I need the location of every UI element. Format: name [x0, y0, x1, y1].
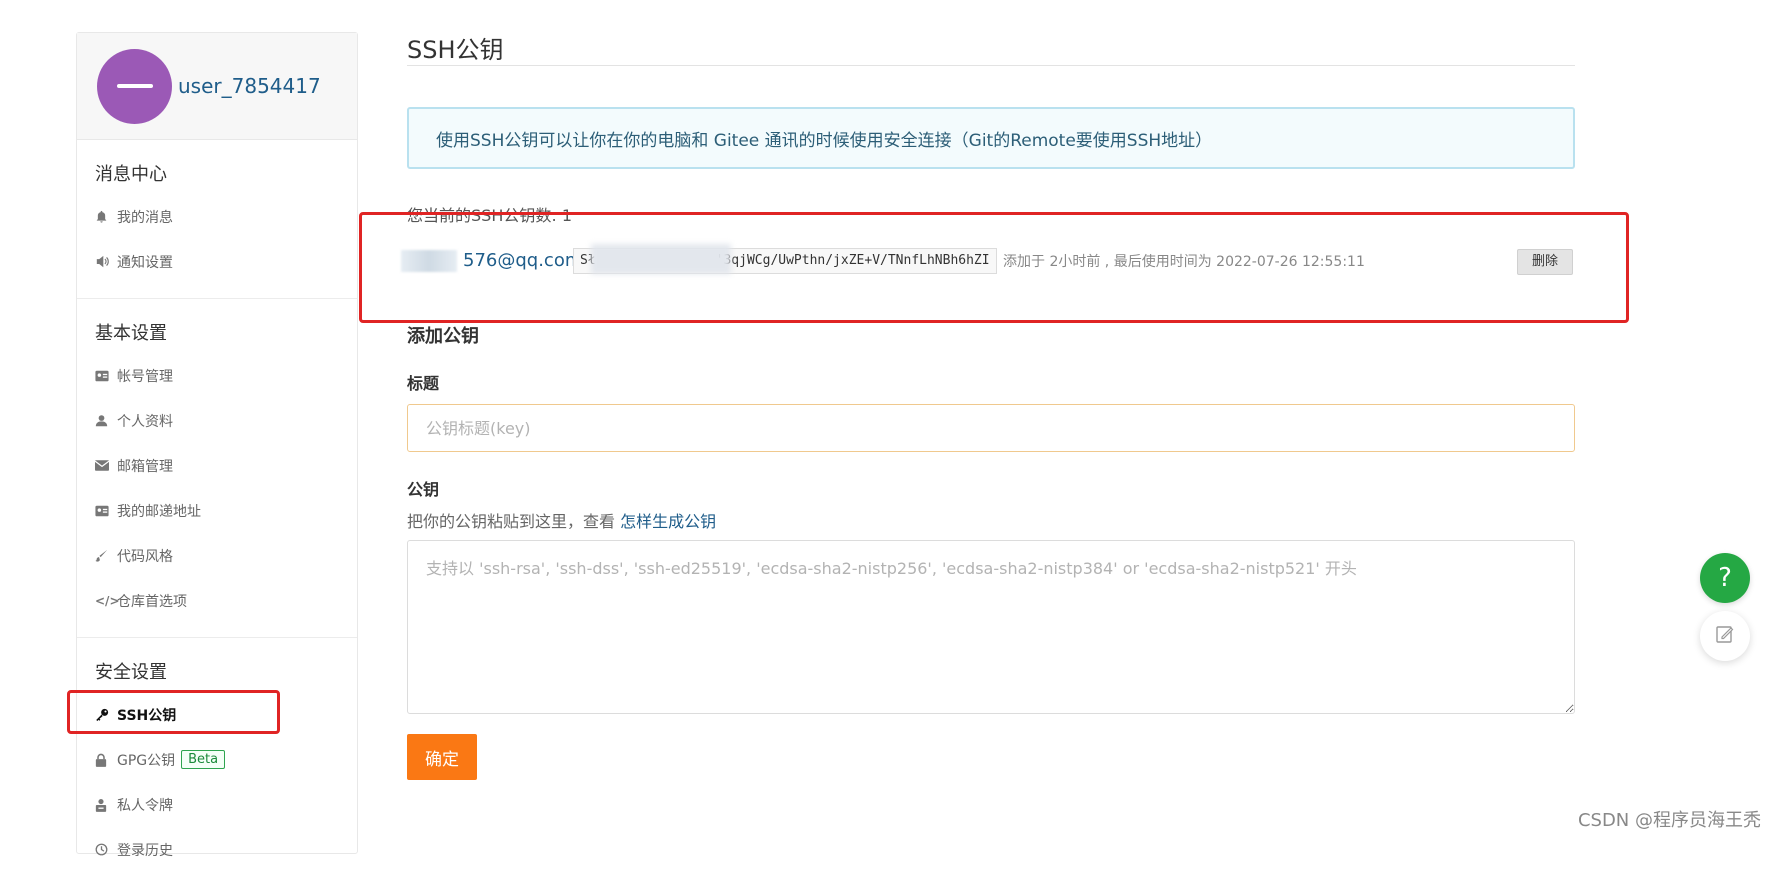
sidebar-item-address[interactable]: 我的邮递地址	[77, 488, 357, 533]
sidebar-item-label: 通知设置	[117, 254, 173, 271]
title-label: 标题	[407, 374, 440, 393]
sidebar-item-label: 我的邮递地址	[117, 503, 201, 520]
how-to-generate-key-link[interactable]: 怎样生成公钥	[620, 512, 716, 531]
sidebar-item-my-messages[interactable]: 我的消息	[77, 194, 357, 239]
public-key-textarea[interactable]	[407, 540, 1575, 714]
watermark: CSDN @程序员海王秃	[1577, 810, 1761, 831]
avatar-placeholder-mark	[116, 84, 153, 88]
confirm-button[interactable]: 确定	[407, 734, 477, 780]
public-key-help-text: 把你的公钥粘贴到这里，查看	[407, 512, 621, 531]
code-icon: </>	[95, 593, 120, 608]
key-title-input[interactable]	[407, 404, 1575, 452]
feedback-icon	[1715, 624, 1735, 648]
beta-badge: Beta	[181, 750, 226, 769]
public-key-help: 把你的公钥粘贴到这里，查看 怎样生成公钥	[407, 508, 1575, 532]
help-label: ?	[1718, 563, 1732, 593]
envelope-icon	[95, 460, 117, 471]
sidebar-item-label: 仓库首选项	[117, 593, 187, 610]
help-button[interactable]: ?	[1700, 553, 1750, 603]
user-icon	[95, 414, 117, 427]
sidebar-item-label: 个人资料	[117, 413, 173, 430]
sidebar-item-email[interactable]: 邮箱管理	[77, 443, 357, 488]
annotation-highlight-ssh-menu	[67, 690, 280, 734]
sidebar-item-notification-settings[interactable]: 通知设置	[77, 239, 357, 284]
username-link[interactable]: user_7854417	[178, 74, 321, 98]
history-icon	[95, 843, 117, 856]
avatar[interactable]	[97, 48, 172, 124]
section-title-messages: 消息中心	[95, 164, 167, 185]
sidebar-item-private-tokens[interactable]: 私人令牌	[77, 782, 357, 827]
bell-icon	[95, 210, 117, 223]
section-basic-settings: 基本设置 帐号管理 个人资料 邮箱管理 我的邮递地址 代码风格 </> 仓库首选…	[77, 299, 357, 638]
sidebar-item-label: GPG公钥	[117, 752, 176, 769]
section-security-settings: 安全设置 SSH公钥 GPG公钥 Beta 私人令牌 登录历史	[77, 638, 357, 886]
public-key-label: 公钥	[407, 480, 440, 499]
sidebar-item-code-style[interactable]: 代码风格	[77, 533, 357, 578]
sidebar-item-label: 帐号管理	[117, 368, 173, 385]
sidebar-item-login-history[interactable]: 登录历史	[77, 827, 357, 872]
address-card-icon	[95, 505, 117, 517]
sidebar-item-gpg-keys[interactable]: GPG公钥 Beta	[77, 737, 357, 782]
sidebar-item-label: 代码风格	[117, 548, 173, 565]
feedback-button[interactable]	[1700, 611, 1750, 661]
id-card-icon	[95, 370, 117, 382]
sidebar-item-repo-preferences[interactable]: </> 仓库首选项	[77, 578, 357, 623]
token-icon	[95, 798, 117, 812]
section-title-basic: 基本设置	[95, 323, 167, 344]
sidebar-item-profile[interactable]: 个人资料	[77, 398, 357, 443]
profile-header: user_7854417	[77, 33, 357, 140]
speaker-icon	[95, 255, 117, 268]
sidebar-item-label: 我的消息	[117, 209, 173, 226]
add-key-title: 添加公钥	[407, 326, 479, 347]
annotation-highlight-key-row	[359, 212, 1629, 323]
section-title-security: 安全设置	[95, 662, 167, 683]
info-banner-text: 使用SSH公钥可以让你在你的电脑和 Gitee 通讯的时候使用安全连接（Git的…	[436, 130, 1213, 151]
sidebar-item-label: 登录历史	[117, 842, 173, 859]
lock-icon	[95, 753, 117, 767]
sidebar-item-account[interactable]: 帐号管理	[77, 353, 357, 398]
info-banner: 使用SSH公钥可以让你在你的电脑和 Gitee 通讯的时候使用安全连接（Git的…	[407, 107, 1575, 169]
sidebar-item-label: 邮箱管理	[117, 458, 173, 475]
brush-icon	[95, 549, 117, 562]
main-content: SSH公钥 使用SSH公钥可以让你在你的电脑和 Gitee 通讯的时候使用安全连…	[401, 0, 1575, 780]
section-messages: 消息中心 我的消息 通知设置	[77, 140, 357, 299]
sidebar-item-label: 私人令牌	[117, 797, 173, 814]
page-title: SSH公钥	[407, 0, 1575, 66]
